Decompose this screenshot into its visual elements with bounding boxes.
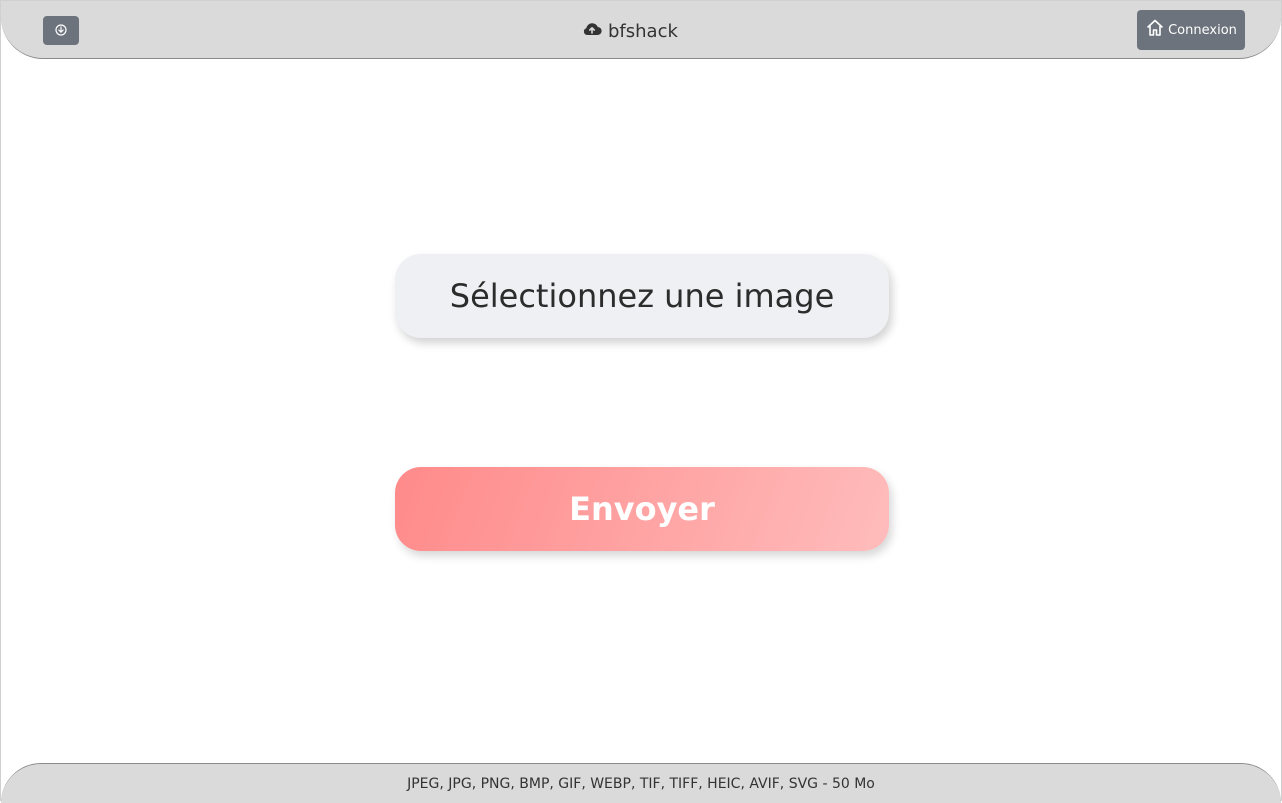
brand[interactable]: bfshack	[582, 18, 678, 44]
send-label: Envoyer	[569, 490, 715, 528]
top-bar: bfshack Connexion	[1, 1, 1281, 59]
cloud-upload-icon	[582, 21, 602, 42]
send-button[interactable]: Envoyer	[395, 467, 889, 551]
login-label: Connexion	[1168, 22, 1237, 38]
login-button[interactable]: Connexion	[1137, 10, 1245, 50]
supported-formats-text: JPEG, JPG, PNG, BMP, GIF, WEBP, TIF, TIF…	[407, 775, 875, 792]
select-image-button[interactable]: Sélectionnez une image	[395, 254, 889, 338]
download-button[interactable]	[43, 16, 79, 45]
bottom-bar: JPEG, JPG, PNG, BMP, GIF, WEBP, TIF, TIF…	[1, 763, 1281, 803]
select-image-label: Sélectionnez une image	[449, 277, 835, 315]
home-icon	[1145, 18, 1165, 42]
download-icon	[55, 21, 67, 40]
app-frame: bfshack Connexion Sélectionnez une image…	[0, 0, 1282, 803]
brand-name: bfshack	[608, 20, 678, 42]
